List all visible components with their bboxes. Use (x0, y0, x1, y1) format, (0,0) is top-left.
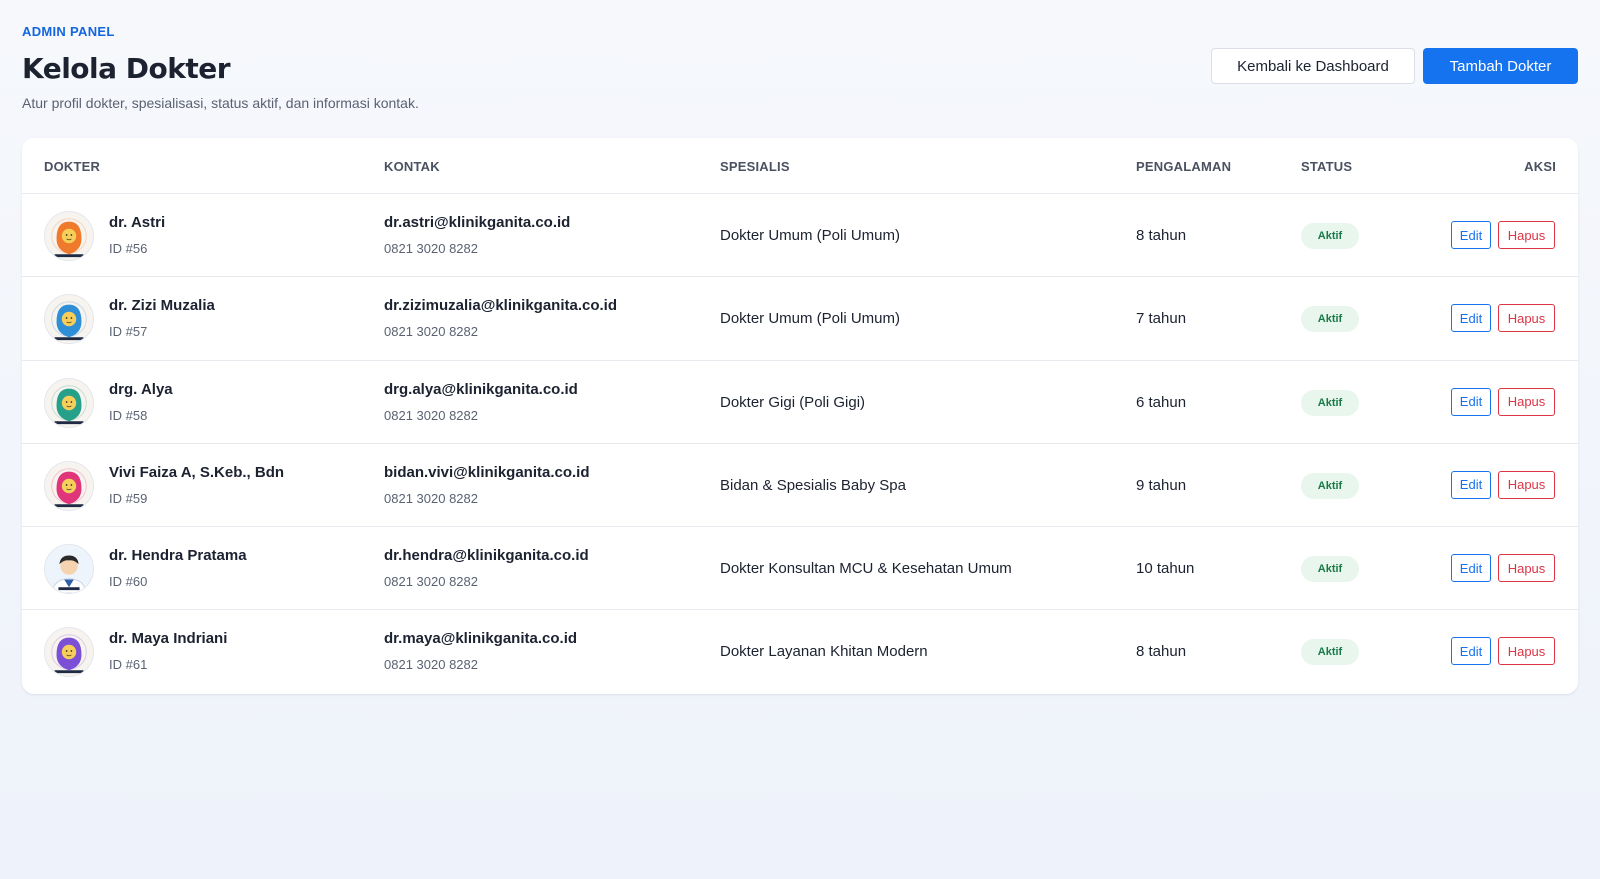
table-row: dr. Hendra Pratama ID #60 dr.hendra@klin… (22, 527, 1578, 611)
delete-button[interactable]: Hapus (1498, 470, 1555, 499)
table-row: dr. Astri ID #56 dr.astri@klinikganita.c… (22, 194, 1578, 278)
page-title: Kelola Dokter (22, 52, 231, 85)
delete-button[interactable]: Hapus (1498, 637, 1555, 666)
doctor-id: ID #59 (109, 490, 148, 506)
doctor-email: dr.astri@klinikganita.co.id (384, 214, 571, 231)
doctor-avatar (44, 211, 94, 261)
status-badge: Aktif (1301, 556, 1359, 583)
doctor-phone: 0821 3020 8282 (384, 407, 478, 423)
doctor-email: dr.hendra@klinikganita.co.id (384, 547, 589, 565)
add-doctor-button[interactable]: Tambah Dokter (1423, 48, 1578, 84)
doctor-specialist: Dokter Konsultan MCU & Kesehatan Umum (720, 560, 1012, 578)
status-badge: Aktif (1301, 223, 1359, 249)
status-badge: Aktif (1301, 472, 1359, 499)
doctor-email: drg.alya@klinikganita.co.id (384, 380, 578, 398)
table-row: dr. Maya Indriani ID #61 dr.maya@klinikg… (22, 610, 1578, 693)
column-header-contact: KONTAK (384, 159, 440, 174)
edit-button[interactable]: Edit (1451, 637, 1491, 666)
doctor-specialist: Dokter Gigi (Poli Gigi) (720, 393, 866, 411)
doctor-id: ID #57 (109, 324, 148, 340)
doctor-avatar (44, 294, 94, 345)
doctor-phone: 0821 3020 8282 (384, 241, 478, 256)
back-to-dashboard-button[interactable]: Kembali ke Dashboard (1211, 48, 1415, 84)
doctor-name: dr. Zizi Muzalia (109, 297, 215, 315)
doctor-avatar (44, 377, 94, 428)
eyebrow-label: ADMIN PANEL (22, 24, 115, 39)
doctor-avatar (44, 460, 94, 511)
status-badge: Aktif (1301, 306, 1359, 333)
edit-button[interactable]: Edit (1451, 304, 1491, 333)
header-actions: Kembali ke Dashboard Tambah Dokter (1211, 48, 1578, 84)
doctor-experience: 10 tahun (1136, 560, 1195, 578)
delete-button[interactable]: Hapus (1498, 304, 1555, 333)
doctor-phone: 0821 3020 8282 (384, 324, 478, 340)
doctor-phone: 0821 3020 8282 (384, 490, 478, 506)
doctor-experience: 8 tahun (1136, 643, 1187, 661)
edit-button[interactable]: Edit (1451, 221, 1491, 249)
doctor-experience: 8 tahun (1136, 227, 1187, 244)
table-row: drg. Alya ID #58 drg.alya@klinikganita.c… (22, 361, 1578, 444)
doctor-email: dr.zizimuzalia@klinikganita.co.id (384, 297, 618, 315)
doctor-id: ID #60 (109, 574, 148, 590)
edit-button[interactable]: Edit (1451, 554, 1491, 583)
doctor-avatar (44, 544, 94, 595)
doctor-id: ID #58 (109, 407, 148, 423)
doctor-id: ID #61 (109, 657, 148, 673)
status-badge: Aktif (1301, 639, 1359, 666)
doctor-name: dr. Maya Indriani (109, 630, 228, 648)
doctor-experience: 9 tahun (1136, 476, 1187, 494)
edit-button[interactable]: Edit (1451, 387, 1491, 416)
doctor-specialist: Dokter Layanan Khitan Modern (720, 643, 928, 661)
page-subtitle: Atur profil dokter, spesialisasi, status… (22, 95, 419, 111)
doctor-email: dr.maya@klinikganita.co.id (384, 630, 578, 648)
doctor-avatar (44, 627, 94, 678)
doctor-table: DOKTER KONTAK SPESIALIS PENGALAMAN STATU… (22, 138, 1578, 694)
delete-button[interactable]: Hapus (1498, 387, 1555, 416)
column-header-status: STATUS (1301, 159, 1353, 174)
edit-button[interactable]: Edit (1451, 470, 1491, 499)
doctor-experience: 6 tahun (1136, 393, 1187, 411)
table-row: dr. Zizi Muzalia ID #57 dr.zizimuzalia@k… (22, 277, 1578, 361)
page-header: ADMIN PANEL Kelola Dokter Atur profil do… (22, 0, 1578, 138)
doctor-phone: 0821 3020 8282 (384, 657, 478, 673)
doctor-id: ID #56 (109, 241, 148, 256)
doctor-email: bidan.vivi@klinikganita.co.id (384, 463, 590, 481)
table-header: DOKTER KONTAK SPESIALIS PENGALAMAN STATU… (22, 138, 1578, 194)
column-header-specialist: SPESIALIS (720, 159, 790, 174)
doctor-name: dr. Astri (109, 214, 166, 231)
doctor-name: dr. Hendra Pratama (109, 547, 247, 565)
column-header-experience: PENGALAMAN (1136, 159, 1232, 174)
doctor-phone: 0821 3020 8282 (384, 574, 478, 590)
column-header-doctor: DOKTER (44, 159, 101, 174)
doctor-specialist: Bidan & Spesialis Baby Spa (720, 476, 906, 494)
table-row: Vivi Faiza A, S.Keb., Bdn ID #59 bidan.v… (22, 444, 1578, 528)
doctor-name: drg. Alya (109, 380, 173, 398)
delete-button[interactable]: Hapus (1498, 221, 1555, 249)
doctor-specialist: Dokter Umum (Poli Umum) (720, 227, 901, 244)
doctor-experience: 7 tahun (1136, 310, 1187, 328)
table-body: dr. Astri ID #56 dr.astri@klinikganita.c… (22, 194, 1578, 694)
doctor-specialist: Dokter Umum (Poli Umum) (720, 310, 901, 328)
doctor-name: Vivi Faiza A, S.Keb., Bdn (109, 463, 285, 481)
column-header-actions: AKSI (1524, 159, 1556, 174)
status-badge: Aktif (1301, 389, 1359, 416)
delete-button[interactable]: Hapus (1498, 554, 1555, 583)
